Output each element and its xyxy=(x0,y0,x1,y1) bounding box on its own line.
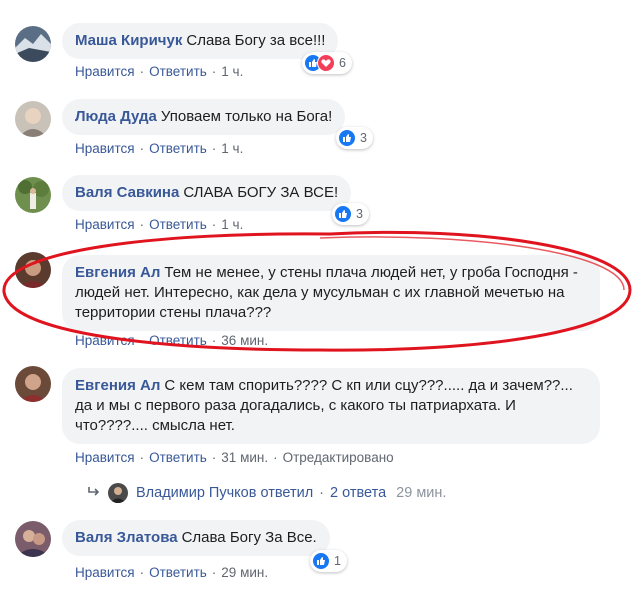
like-reaction-icon xyxy=(338,129,356,147)
avatar[interactable] xyxy=(15,521,51,557)
comment-actions: Нравится · Ответить · 36 мин. xyxy=(75,333,269,348)
comment-actions: Нравится · Ответить · 29 мин. xyxy=(75,565,269,580)
reply-link[interactable]: Ответить xyxy=(149,450,207,465)
comment-actions: Нравится · Ответить · 1 ч. xyxy=(75,64,244,79)
comment-actions: Нравится · Ответить · 1 ч. xyxy=(75,217,244,232)
avatar[interactable] xyxy=(15,177,51,213)
comment-author[interactable]: Евгения Ал xyxy=(75,264,160,281)
reply-link[interactable]: Ответить xyxy=(149,64,207,79)
comment-text: Уповаем только на Бога! xyxy=(160,108,333,125)
reaction-counter[interactable]: 6 xyxy=(302,52,352,74)
comment-bubble: Маша Киричук Слава Богу за все!!! xyxy=(62,23,339,59)
comment-text: СЛАВА БОГУ ЗА ВСЕ! xyxy=(183,184,339,201)
reaction-counter[interactable]: 1 xyxy=(310,550,347,572)
like-link[interactable]: Нравится xyxy=(75,333,135,348)
reply-link[interactable]: Ответить xyxy=(149,333,207,348)
reaction-count: 6 xyxy=(339,56,346,70)
reaction-counter[interactable]: 3 xyxy=(336,127,373,149)
comment-actions: Нравится · Ответить · 31 мин. · Отредактирован… xyxy=(75,450,394,465)
comment-author[interactable]: Маша Киричук xyxy=(75,32,182,49)
comment-time[interactable]: 29 мин. xyxy=(221,565,268,580)
comment-author[interactable]: Люда Дуда xyxy=(75,108,157,125)
comment-text: Слава Богу за все!!! xyxy=(186,32,326,49)
comment-time[interactable]: 31 мин. xyxy=(221,450,268,465)
comment-bubble: Валя Златова Слава Богу За Все. xyxy=(62,520,330,556)
comment-bubble: Люда Дуда Уповаем только на Бога! xyxy=(62,99,346,135)
edited-label[interactable]: Отредактировано xyxy=(283,450,394,465)
replies-time: 29 мин. xyxy=(396,485,447,501)
comment-text: Слава Богу За Все. xyxy=(181,529,317,546)
comment-bubble: Валя Савкина СЛАВА БОГУ ЗА ВСЕ! xyxy=(62,175,352,211)
reply-link[interactable]: Ответить xyxy=(149,141,207,156)
like-reaction-icon xyxy=(334,205,352,223)
like-link[interactable]: Нравится xyxy=(75,450,135,465)
comment-time[interactable]: 1 ч. xyxy=(221,64,243,79)
avatar[interactable] xyxy=(15,26,51,62)
love-reaction-icon xyxy=(317,54,335,72)
reply-arrow-icon xyxy=(88,485,102,501)
comment-author[interactable]: Евгения Ал xyxy=(75,377,160,394)
comment-time[interactable]: 1 ч. xyxy=(221,217,243,232)
reaction-counter[interactable]: 3 xyxy=(332,203,369,225)
reaction-count: 1 xyxy=(334,554,341,568)
comment-bubble: Евгения Ал Тем не менее, у стены плача лю… xyxy=(62,255,600,331)
like-link[interactable]: Нравится xyxy=(75,64,135,79)
replies-author[interactable]: Владимир Пучков ответил xyxy=(136,485,313,501)
avatar[interactable] xyxy=(15,252,51,288)
avatar xyxy=(108,483,128,503)
like-link[interactable]: Нравится xyxy=(75,141,135,156)
comment-author[interactable]: Валя Савкина xyxy=(75,184,179,201)
comment-bubble: Евгения Ал С кем там спорить???? С кп или… xyxy=(62,368,600,444)
like-link[interactable]: Нравится xyxy=(75,217,135,232)
reply-link[interactable]: Ответить xyxy=(149,565,207,580)
comment-time[interactable]: 1 ч. xyxy=(221,141,243,156)
like-reaction-icon xyxy=(312,552,330,570)
comment-author[interactable]: Валя Златова xyxy=(75,529,178,546)
avatar[interactable] xyxy=(15,366,51,402)
like-link[interactable]: Нравится xyxy=(75,565,135,580)
reaction-count: 3 xyxy=(360,131,367,145)
reaction-count: 3 xyxy=(356,207,363,221)
comment-time[interactable]: 36 мин. xyxy=(221,333,268,348)
replies-count[interactable]: 2 ответа xyxy=(330,485,386,501)
view-replies-link[interactable]: Владимир Пучков ответил · 2 ответа 29 мин. xyxy=(88,483,446,503)
comment-actions: Нравится · Ответить · 1 ч. xyxy=(75,141,244,156)
avatar[interactable] xyxy=(15,101,51,137)
reply-link[interactable]: Ответить xyxy=(149,217,207,232)
